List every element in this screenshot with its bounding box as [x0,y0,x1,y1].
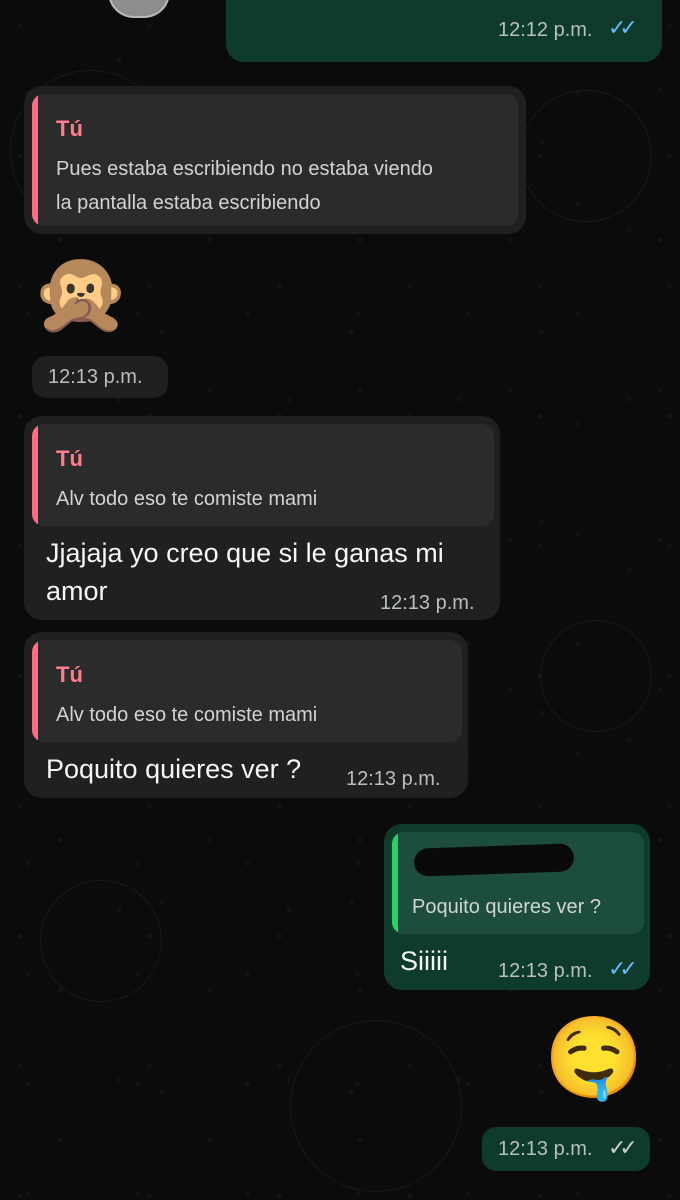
quote-author: Tú [56,116,83,141]
quote-accent-bar [392,832,398,934]
quote-text: Alv todo eso te comiste mami [56,488,318,510]
quote-text-line2: la pantalla estaba escribiendo [56,192,321,214]
emoji-time-pill: 12:13 p.m. ✓✓ [482,1127,650,1171]
quote-text-line1: Pues estaba escribiendo no estaba viendo [56,158,433,180]
message-time: 12:13 p.m. [498,1138,593,1160]
delivered-receipt-icon: ✓✓ [608,1135,638,1160]
quote-author: Tú [56,662,83,687]
message-bubble-quoted-reply[interactable]: Tú Pues estaba escribiendo no estaba vie… [24,86,526,234]
message-time: 12:12 p.m. [498,19,593,41]
message-time: 12:13 p.m. [48,366,143,388]
read-receipt-icon: ✓✓ [608,956,638,981]
monkey-emoji[interactable]: 🙊 [31,253,131,333]
quote-text: Poquito quieres ver ? [412,896,602,918]
message-text: Poquito quieres ver ? [46,754,302,784]
message-time: 12:13 p.m. [380,592,475,614]
quote-accent-bar [32,424,38,526]
message-text: Siiiii [400,946,449,976]
quoted-message[interactable]: Tú Pues estaba escribiendo no estaba vie… [32,94,518,226]
quote-accent-bar [32,640,38,742]
message-bubble-outgoing-top[interactable]: 12:12 p.m. ✓✓ [226,0,662,62]
quoted-message[interactable]: Tú Alv todo eso te comiste mami [32,424,494,526]
read-receipt-icon: ✓✓ [608,15,638,40]
quote-author: Tú [56,446,83,471]
quote-text: Alv todo eso te comiste mami [56,704,318,726]
redacted-scribble [413,843,575,877]
message-text-line1: Jjajaja yo creo que si le ganas mi [46,538,444,568]
drooling-face-emoji[interactable]: 🤤 [544,1018,644,1098]
message-time: 12:13 p.m. [498,960,593,982]
message-bubble-quoted-reply[interactable]: Tú Alv todo eso te comiste mami Jjajaja … [24,416,500,620]
message-time: 12:13 p.m. [346,768,441,790]
quoted-message[interactable]: Tú Alv todo eso te comiste mami [32,640,462,742]
emoji-time-pill: 12:13 p.m. [32,356,168,398]
message-bubble-quoted-reply[interactable]: Tú Alv todo eso te comiste mami Poquito … [24,632,468,798]
quote-accent-bar [32,94,38,226]
message-text-line2: amor [46,576,108,606]
